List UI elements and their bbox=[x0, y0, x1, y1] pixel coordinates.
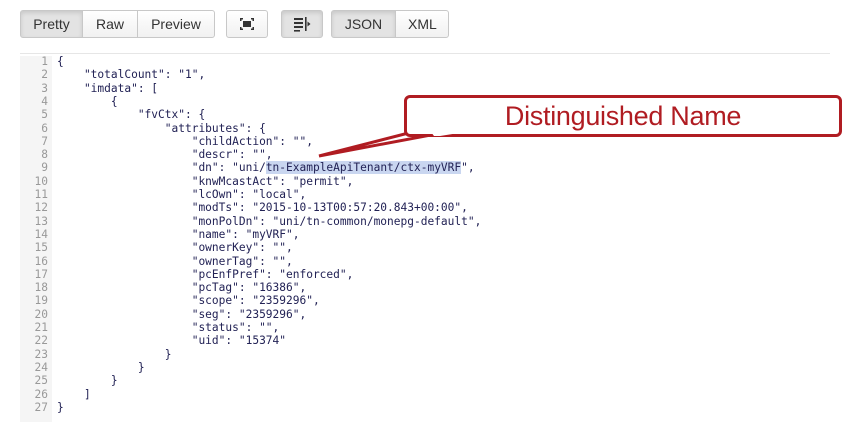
code-text: } bbox=[57, 347, 172, 361]
preview-button[interactable]: Preview bbox=[137, 10, 215, 38]
line-number: 21 bbox=[34, 321, 48, 334]
code-text: "monPolDn": "uni/tn-common/monepg-defaul… bbox=[57, 214, 482, 228]
pretty-button[interactable]: Pretty bbox=[20, 10, 83, 38]
line-number: 2 bbox=[41, 68, 48, 82]
line-number: 5 bbox=[41, 108, 48, 122]
code-text: "imdata": [ bbox=[57, 81, 159, 95]
code-text: "status": "", bbox=[57, 321, 280, 334]
line-number: 23 bbox=[34, 347, 48, 361]
distinguished-name-callout: Distinguished Name bbox=[404, 95, 842, 137]
collapse-button[interactable] bbox=[226, 10, 268, 38]
line-number: 27 bbox=[34, 400, 48, 414]
dn-prefix: "dn": "uni/ bbox=[57, 161, 266, 175]
json-button[interactable]: JSON bbox=[331, 10, 396, 38]
code-text: "dn": "uni/tn-ExampleApiTenant/ctx-myVRF… bbox=[57, 161, 475, 175]
line-number: 19 bbox=[34, 294, 48, 308]
callout-label: Distinguished Name bbox=[504, 101, 742, 131]
code-text: "totalCount": "1", bbox=[57, 68, 206, 82]
line-number: 1 bbox=[41, 55, 48, 68]
line-number: 3 bbox=[41, 81, 48, 95]
code-text: "scope": "2359296", bbox=[57, 294, 320, 308]
code-text: "pcEnfPref": "enforced", bbox=[57, 267, 354, 281]
code-text: "seg": "2359296", bbox=[57, 307, 307, 321]
collapse-icon bbox=[240, 18, 254, 31]
code-text: "name": "myVRF", bbox=[57, 227, 300, 241]
line-number: 10 bbox=[34, 174, 48, 188]
collapse-group bbox=[226, 10, 268, 38]
code-text: } bbox=[57, 374, 118, 388]
code-text: "ownerKey": "", bbox=[57, 241, 293, 255]
view-mode-group: Pretty Raw Preview bbox=[20, 10, 215, 38]
dn-highlight: tn-ExampleApiTenant/ctx-myVRF bbox=[265, 161, 462, 175]
line-number: 25 bbox=[34, 374, 48, 388]
code-text: "attributes": { bbox=[57, 121, 266, 135]
raw-button[interactable]: Raw bbox=[82, 10, 138, 38]
line-number: 4 bbox=[41, 94, 48, 108]
code-text: ] bbox=[57, 387, 91, 401]
line-number: 11 bbox=[34, 188, 48, 201]
line-number: 8 bbox=[41, 148, 48, 162]
code-text: "modTs": "2015-10-13T00:57:20.843+00:00"… bbox=[57, 201, 468, 215]
code-text: "fvCtx": { bbox=[57, 108, 206, 122]
line-number: 7 bbox=[41, 134, 48, 148]
line-number: 13 bbox=[34, 214, 48, 228]
line-number: 22 bbox=[34, 334, 48, 348]
line-number: 17 bbox=[34, 267, 48, 281]
code-text: "lcOwn": "local", bbox=[57, 188, 307, 201]
dn-suffix: ", bbox=[461, 161, 475, 175]
code-text: } bbox=[57, 360, 145, 374]
line-number: 16 bbox=[34, 254, 48, 268]
line-number: 6 bbox=[41, 121, 48, 135]
code-text: "knwMcastAct": "permit", bbox=[57, 174, 354, 188]
code-text: "pcTag": "16386", bbox=[57, 281, 307, 295]
line-number: 26 bbox=[34, 387, 48, 401]
xml-button[interactable]: XML bbox=[395, 10, 449, 38]
code-text: "childAction": "", bbox=[57, 134, 313, 148]
line-number: 12 bbox=[34, 201, 48, 215]
line-number: 9 bbox=[41, 161, 48, 175]
code-text: "uid": "15374" bbox=[57, 334, 287, 348]
line-number: 15 bbox=[34, 241, 48, 255]
line-number: 20 bbox=[34, 307, 48, 321]
wrap-lines-button[interactable] bbox=[281, 10, 323, 38]
line-number: 24 bbox=[34, 360, 48, 374]
wrap-group bbox=[281, 10, 323, 38]
api-response-viewer: Pretty Raw Preview JSON XML 1 {2 "total… bbox=[0, 0, 846, 423]
code-text: "ownerTag": "", bbox=[57, 254, 293, 268]
wrap-lines-icon bbox=[294, 17, 311, 32]
code-text: { bbox=[57, 94, 118, 108]
format-group: JSON XML bbox=[331, 10, 449, 38]
code-text: { bbox=[57, 55, 64, 68]
code-text: } bbox=[57, 400, 64, 414]
code-text: "descr": "", bbox=[57, 148, 273, 162]
line-number: 18 bbox=[34, 281, 48, 295]
line-number: 14 bbox=[34, 227, 48, 241]
